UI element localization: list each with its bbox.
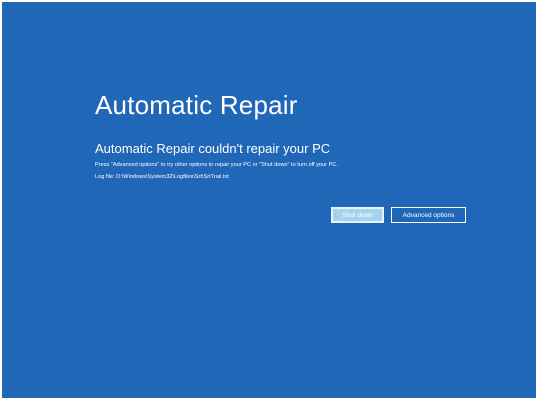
advanced-options-button[interactable]: Advanced options [391,207,466,223]
shut-down-button[interactable]: Shut down [331,207,384,223]
repair-screen: Automatic Repair Automatic Repair couldn… [2,2,536,398]
page-title: Automatic Repair [95,90,298,120]
instruction-text: Press "Advanced options" to try other op… [95,162,338,168]
log-file-path: Log file: D:\Windows\System32\Logfiles\S… [95,174,229,180]
error-heading: Automatic Repair couldn't repair your PC [95,141,331,156]
